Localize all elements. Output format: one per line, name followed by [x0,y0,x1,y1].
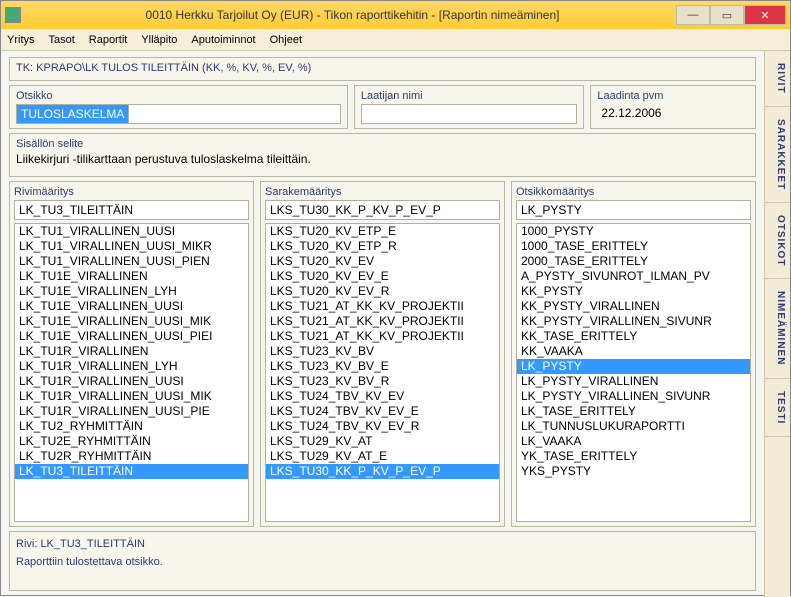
sarakemaaritys-label: Sarakemääritys [265,186,500,198]
sisalto-label: Sisällön selite [16,138,749,150]
menu-yllapito[interactable]: Ylläpito [141,34,177,46]
list-item[interactable]: LKS_TU20_KV_ETP_E [266,224,499,239]
minimize-button[interactable]: — [676,5,710,25]
bottom-line1: Rivi: LK_TU3_TILEITTÄIN [16,538,749,550]
bottom-panel: Rivi: LK_TU3_TILEITTÄIN Raporttiin tulos… [9,531,756,591]
menu-ohjeet[interactable]: Ohjeet [270,34,302,46]
tab-sarakkeet[interactable]: SARAKKEET [765,107,790,203]
list-item[interactable]: LKS_TU21_AT_KK_KV_PROJEKTII [266,329,499,344]
tab-testi[interactable]: TESTI [765,379,790,437]
rivimaaritys-label: Rivimääritys [14,186,249,198]
tab-rivit[interactable]: RIVIT [765,51,790,107]
bottom-line2: Raporttiin tulostettava otsikko. [16,556,749,568]
menu-yritys[interactable]: Yritys [7,34,35,46]
list-item[interactable]: LK_PYSTY_VIRALLINEN_SIVUNR [517,389,750,404]
app-icon [5,7,21,23]
list-item[interactable]: LK_TU1R_VIRALLINEN_UUSI_PIE [15,404,248,419]
close-button[interactable]: ✕ [744,5,786,25]
list-item[interactable]: LK_TASE_ERITTELY [517,404,750,419]
list-item[interactable]: LKS_TU30_KK_P_KV_P_EV_P [266,464,499,479]
menu-aputoiminnot[interactable]: Aputoiminnot [191,34,255,46]
list-item[interactable]: 1000_PYSTY [517,224,750,239]
list-item[interactable]: LKS_TU20_KV_EV [266,254,499,269]
tk-panel: TK: KPRAPO\LK TULOS TILEITTÄIN (KK, %, K… [9,57,756,81]
list-item[interactable]: KK_PYSTY_VIRALLINEN_SIVUNR [517,314,750,329]
list-item[interactable]: LK_VAAKA [517,434,750,449]
list-item[interactable]: LKS_TU29_KV_AT_E [266,449,499,464]
list-item[interactable]: 2000_TASE_ERITTELY [517,254,750,269]
tab-otsikot[interactable]: OTSIKOT [765,203,790,279]
menu-raportit[interactable]: Raportit [89,34,128,46]
list-item[interactable]: LK_TU1E_VIRALLINEN_UUSI [15,299,248,314]
list-item[interactable]: LK_TU1E_VIRALLINEN [15,269,248,284]
list-item[interactable]: KK_VAAKA [517,344,750,359]
otsikkomaaritys-panel: Otsikkomääritys LK_PYSTY 1000_PYSTY1000_… [511,181,756,527]
otsikkomaaritys-label: Otsikkomääritys [516,186,751,198]
rivimaaritys-head[interactable]: LK_TU3_TILEITTÄIN [14,200,249,220]
list-item[interactable]: LK_TU1_VIRALLINEN_UUSI_MIKR [15,239,248,254]
tab-nimeaminen[interactable]: NIMEÄMINEN [765,279,790,378]
sarakemaaritys-head[interactable]: LKS_TU30_KK_P_KV_P_EV_P [265,200,500,220]
list-item[interactable]: LK_TU1R_VIRALLINEN_LYH [15,359,248,374]
list-item[interactable]: LKS_TU29_KV_AT [266,434,499,449]
list-item[interactable]: LKS_TU20_KV_EV_R [266,284,499,299]
list-item[interactable]: KK_TASE_ERITTELY [517,329,750,344]
laatija-label: Laatijan nimi [361,90,578,102]
list-item[interactable]: LK_PYSTY [517,359,750,374]
list-item[interactable]: LK_PYSTY_VIRALLINEN [517,374,750,389]
list-item[interactable]: LK_TU1_VIRALLINEN_UUSI [15,224,248,239]
sarakemaaritys-list[interactable]: LKS_TU20_KV_ETP_ELKS_TU20_KV_ETP_RLKS_TU… [265,223,500,522]
titlebar: 0010 Herkku Tarjoilut Oy (EUR) - Tikon r… [1,1,790,29]
otsikkomaaritys-list[interactable]: 1000_PYSTY1000_TASE_ERITTELY2000_TASE_ER… [516,223,751,522]
list-item[interactable]: KK_PYSTY_VIRALLINEN [517,299,750,314]
list-item[interactable]: LKS_TU24_TBV_KV_EV_E [266,404,499,419]
list-item[interactable]: YKS_PYSTY [517,464,750,479]
sisalto-value: Liikekirjuri -tilikarttaan perustuva tul… [16,152,749,172]
sarakemaaritys-panel: Sarakemääritys LKS_TU30_KK_P_KV_P_EV_P L… [260,181,505,527]
rivimaaritys-list[interactable]: LK_TU1_VIRALLINEN_UUSILK_TU1_VIRALLINEN_… [14,223,249,522]
list-item[interactable]: 1000_TASE_ERITTELY [517,239,750,254]
list-item[interactable]: LKS_TU23_KV_BV_R [266,374,499,389]
laadinta-value: 22.12.2006 [597,104,749,124]
window-title: 0010 Herkku Tarjoilut Oy (EUR) - Tikon r… [29,8,676,22]
list-item[interactable]: LK_TU1R_VIRALLINEN_UUSI [15,374,248,389]
list-item[interactable]: LK_TU2E_RYHMITTÄIN [15,434,248,449]
list-item[interactable]: LK_TU1E_VIRALLINEN_LYH [15,284,248,299]
list-item[interactable]: LK_TU1E_VIRALLINEN_UUSI_MIK [15,314,248,329]
list-item[interactable]: LKS_TU21_AT_KK_KV_PROJEKTII [266,299,499,314]
list-item[interactable]: LKS_TU20_KV_EV_E [266,269,499,284]
tk-line: TK: KPRAPO\LK TULOS TILEITTÄIN (KK, %, K… [16,62,749,74]
otsikko-label: Otsikko [16,90,341,102]
list-item[interactable]: KK_PYSTY [517,284,750,299]
list-item[interactable]: LKS_TU23_KV_BV [266,344,499,359]
otsikkomaaritys-head[interactable]: LK_PYSTY [516,200,751,220]
list-item[interactable]: A_PYSTY_SIVUNROT_ILMAN_PV [517,269,750,284]
list-item[interactable]: LK_TU1R_VIRALLINEN_UUSI_MIK [15,389,248,404]
laatija-field[interactable] [361,104,578,124]
list-item[interactable]: LKS_TU24_TBV_KV_EV_R [266,419,499,434]
side-tabs: RIVIT SARAKKEET OTSIKOT NIMEÄMINEN TESTI [764,51,790,597]
laadinta-label: Laadinta pvm [597,90,749,102]
rivimaaritys-panel: Rivimääritys LK_TU3_TILEITTÄIN LK_TU1_VI… [9,181,254,527]
otsikko-field[interactable]: TULOSLASKELMA [16,104,129,124]
menubar: Yritys Tasot Raportit Ylläpito Aputoimin… [1,29,790,51]
list-item[interactable]: LK_TU3_TILEITTÄIN [15,464,248,479]
list-item[interactable]: LK_TU1_VIRALLINEN_UUSI_PIEN [15,254,248,269]
list-item[interactable]: LK_TU1R_VIRALLINEN [15,344,248,359]
list-item[interactable]: LKS_TU20_KV_ETP_R [266,239,499,254]
menu-tasot[interactable]: Tasot [49,34,75,46]
list-item[interactable]: LKS_TU21_AT_KK_KV_PROJEKTII [266,314,499,329]
list-item[interactable]: LK_TUNNUSLUKURAPORTTI [517,419,750,434]
list-item[interactable]: LK_TU1E_VIRALLINEN_UUSI_PIEI [15,329,248,344]
list-item[interactable]: YK_TASE_ERITTELY [517,449,750,464]
list-item[interactable]: LK_TU2R_RYHMITTÄIN [15,449,248,464]
list-item[interactable]: LKS_TU24_TBV_KV_EV [266,389,499,404]
maximize-button[interactable]: ▭ [710,5,744,25]
list-item[interactable]: LKS_TU23_KV_BV_E [266,359,499,374]
list-item[interactable]: LK_TU2_RYHMITTÄIN [15,419,248,434]
